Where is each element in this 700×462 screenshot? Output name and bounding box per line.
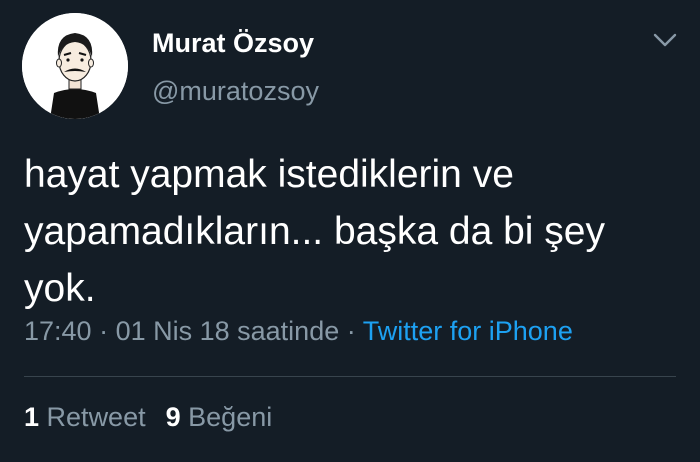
cartoon-man-avatar-icon xyxy=(22,13,128,119)
meta-separator: · xyxy=(91,316,116,346)
tweet-stats: 1 Retweet 9 Beğeni xyxy=(24,402,292,433)
like-label: Beğeni xyxy=(188,402,273,432)
tweet-time: 17:40 xyxy=(24,316,92,346)
divider xyxy=(24,376,676,377)
meta-separator: · xyxy=(339,316,363,346)
retweet-stat[interactable]: 1 Retweet xyxy=(24,402,146,432)
avatar[interactable] xyxy=(22,13,128,119)
like-stat[interactable]: 9 Beğeni xyxy=(166,402,273,432)
display-name[interactable]: Murat Özsoy xyxy=(152,28,314,59)
user-handle[interactable]: @muratozsoy xyxy=(152,76,319,107)
tweet-meta: 17:40 · 01 Nis 18 saatinde · Twitter for… xyxy=(24,316,573,347)
tweet-text: hayat yapmak istediklerin ve yapamadıkla… xyxy=(24,153,605,310)
retweet-count: 1 xyxy=(24,402,40,432)
retweet-label: Retweet xyxy=(46,402,146,432)
chevron-down-icon[interactable] xyxy=(652,30,678,50)
like-count: 9 xyxy=(165,402,181,432)
tweet-card: Murat Özsoy @muratozsoy hayat yapmak ist… xyxy=(0,0,700,462)
tweet-source-link[interactable]: Twitter for iPhone xyxy=(363,316,573,346)
tweet-date: 01 Nis 18 saatinde xyxy=(115,316,340,346)
